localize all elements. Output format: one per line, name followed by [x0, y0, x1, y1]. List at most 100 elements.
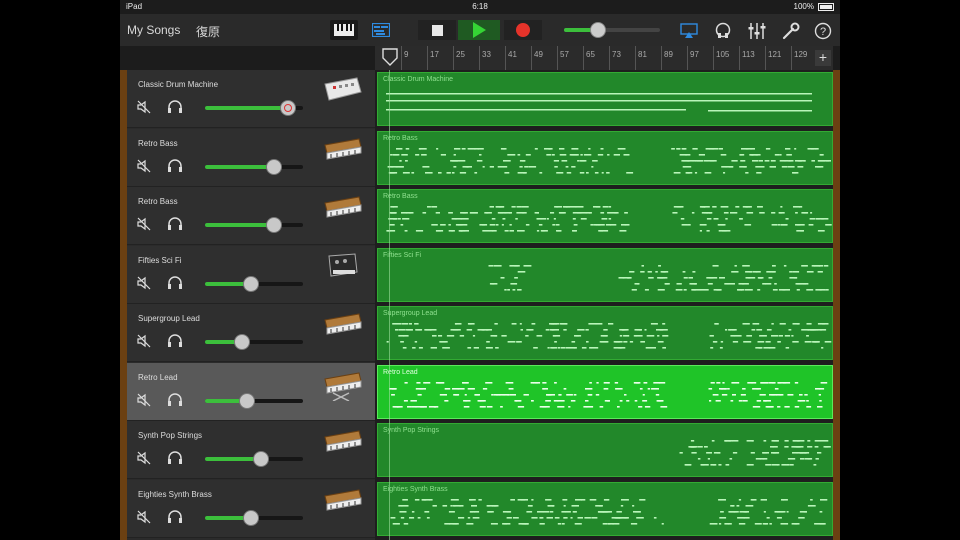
- mute-speaker-icon[interactable]: [137, 276, 151, 290]
- bar-number: 129: [794, 50, 808, 59]
- track-volume-thumb[interactable]: [252, 451, 269, 467]
- bar-number: 113: [742, 50, 755, 59]
- my-songs-button[interactable]: My Songs: [127, 23, 180, 37]
- bar-number: 89: [664, 50, 673, 59]
- solo-headphones-icon[interactable]: [167, 509, 183, 524]
- loop-browser-button[interactable]: [714, 22, 732, 40]
- track-volume-thumb[interactable]: [243, 275, 260, 292]
- ruler-tick: [609, 46, 610, 70]
- ruler-tick: [531, 46, 532, 70]
- ruler-tick: [583, 46, 584, 70]
- track-region[interactable]: Retro Bass: [377, 189, 833, 243]
- track-volume-slider[interactable]: [205, 158, 303, 175]
- master-volume-thumb[interactable]: [589, 22, 606, 38]
- synth-keyboard-icon: [321, 425, 363, 459]
- track-volume-slider[interactable]: [205, 451, 303, 467]
- track-volume-slider[interactable]: [205, 509, 303, 526]
- mute-speaker-icon[interactable]: [137, 334, 151, 348]
- keyboard-view-button[interactable]: [330, 20, 358, 40]
- synth-keyboard-icon: [321, 484, 363, 518]
- mixer-icon: [748, 23, 766, 39]
- battery-icon: [818, 2, 834, 11]
- track-volume-thumb[interactable]: [234, 334, 251, 350]
- track-header[interactable]: Eighties Synth Brass: [127, 479, 375, 538]
- track-volume-thumb[interactable]: [243, 509, 260, 526]
- track-header[interactable]: Retro Bass: [127, 128, 375, 187]
- track-volume-fill: [205, 106, 289, 110]
- track-region[interactable]: Classic Drum Machine: [377, 72, 833, 126]
- settings-button[interactable]: [782, 22, 800, 40]
- ruler-tick: [401, 46, 402, 70]
- track-region[interactable]: Fifties Sci Fi: [377, 247, 833, 302]
- track-region[interactable]: Supergroup Lead: [377, 306, 833, 360]
- bar-number: 105: [716, 50, 730, 59]
- track-header[interactable]: Retro Bass: [127, 187, 375, 245]
- track-header[interactable]: Fifties Sci Fi: [127, 245, 375, 304]
- mute-speaker-icon[interactable]: [137, 393, 151, 407]
- track-name: Eighties Synth Brass: [138, 489, 212, 499]
- synth-keyboard-stand-icon: [321, 367, 363, 402]
- track-header[interactable]: Classic Drum Machine: [127, 70, 375, 128]
- track-region[interactable]: Eighties Synth Brass: [377, 481, 833, 536]
- scifi-synth-icon: [321, 250, 363, 284]
- track-region[interactable]: Retro Bass: [377, 130, 833, 185]
- bar-number: 73: [612, 50, 621, 59]
- synth-keyboard-icon: [321, 308, 363, 342]
- headphones-loop-icon: [715, 22, 731, 38]
- mute-speaker-icon[interactable]: [137, 217, 151, 231]
- record-button[interactable]: [504, 20, 542, 40]
- track-volume-thumb[interactable]: [265, 158, 282, 175]
- battery-status: 100%: [794, 2, 834, 11]
- tracks-view-button[interactable]: [368, 20, 394, 40]
- synth-keyboard-icon: [321, 133, 363, 167]
- bar-number: 97: [690, 50, 699, 59]
- solo-headphones-icon[interactable]: [167, 217, 183, 231]
- ruler-tick: [635, 46, 636, 70]
- track-volume-slider[interactable]: [205, 275, 303, 292]
- ruler-tick: [479, 46, 480, 70]
- bar-number: 121: [768, 50, 782, 59]
- midi-notes-pattern: [488, 264, 829, 291]
- midi-notes-pattern: [387, 147, 831, 174]
- ruler-tick: [765, 46, 766, 70]
- mute-speaker-icon[interactable]: [137, 451, 151, 465]
- undo-button[interactable]: 復原: [196, 23, 220, 40]
- playhead-handle[interactable]: [381, 48, 399, 66]
- master-volume-slider[interactable]: [564, 22, 660, 38]
- mute-speaker-icon[interactable]: [137, 510, 151, 524]
- solo-headphones-icon[interactable]: [167, 275, 183, 290]
- svg-text:?: ?: [820, 26, 826, 38]
- track-header[interactable]: Supergroup Lead: [127, 304, 375, 362]
- track-volume-slider[interactable]: [205, 217, 303, 233]
- track-volume-slider[interactable]: [205, 392, 303, 409]
- solo-headphones-icon[interactable]: [167, 100, 183, 114]
- keyboard-icon: [334, 24, 354, 36]
- bar-number: 33: [482, 50, 491, 59]
- track-header[interactable]: Retro Lead: [127, 362, 375, 421]
- solo-headphones-icon[interactable]: [167, 451, 183, 465]
- track-volume-thumb[interactable]: [280, 100, 297, 116]
- mute-speaker-icon[interactable]: [137, 100, 151, 114]
- wood-side-left: [120, 70, 127, 540]
- solo-headphones-icon[interactable]: [167, 334, 183, 348]
- stop-button[interactable]: [418, 20, 456, 40]
- track-name: Retro Lead: [138, 372, 178, 382]
- track-region[interactable]: Synth Pop Strings: [377, 423, 833, 477]
- track-volume-thumb[interactable]: [239, 392, 256, 409]
- help-button[interactable]: ?: [814, 22, 832, 40]
- bar-number: 49: [534, 50, 543, 59]
- track-region[interactable]: Retro Lead: [377, 364, 833, 419]
- track-volume-thumb[interactable]: [265, 217, 282, 233]
- track-header[interactable]: Synth Pop Strings: [127, 421, 375, 479]
- track-volume-slider[interactable]: [205, 334, 303, 350]
- add-section-button[interactable]: +: [815, 50, 831, 66]
- airplay-button[interactable]: [680, 22, 698, 40]
- timeline-ruler[interactable]: 9 17 25 33 41 49 57 65 73 81 89 97 105 113 121 129: [375, 46, 833, 71]
- mute-speaker-icon[interactable]: [137, 159, 151, 173]
- solo-headphones-icon[interactable]: [167, 392, 183, 407]
- track-volume-slider[interactable]: [205, 100, 303, 116]
- play-button[interactable]: [458, 20, 500, 40]
- track-volume-fill: [205, 164, 274, 169]
- mixer-button[interactable]: [748, 22, 766, 40]
- solo-headphones-icon[interactable]: [167, 158, 183, 173]
